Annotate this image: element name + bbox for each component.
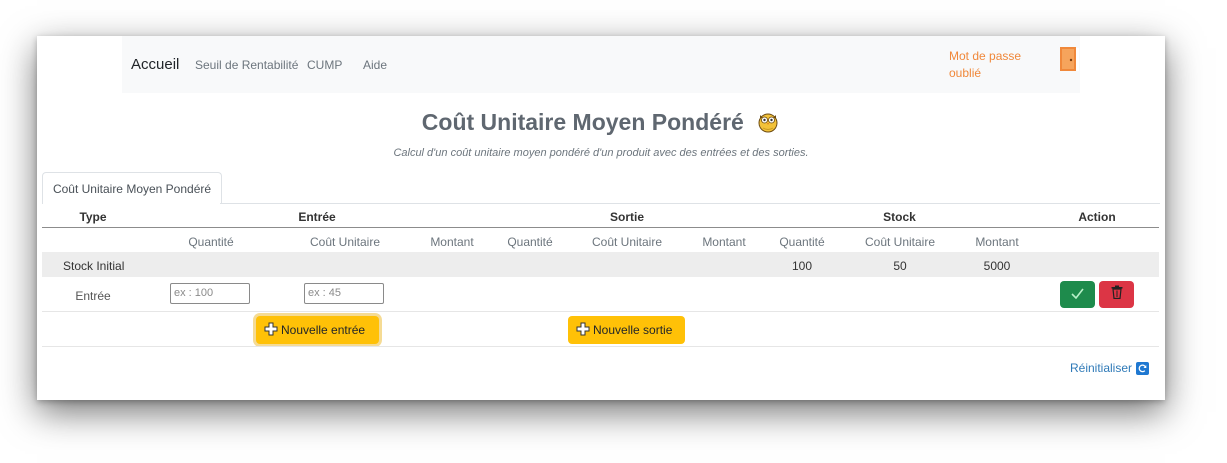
header-stock: Stock — [883, 210, 916, 224]
subheader-sortie-quantite: Quantité — [507, 235, 553, 249]
plus-icon — [264, 322, 278, 339]
tab-cump[interactable]: Coût Unitaire Moyen Pondéré — [42, 172, 222, 204]
row-divider — [42, 311, 1159, 312]
subheader-entree-cout: Coût Unitaire — [309, 235, 381, 249]
reinitialiser-link[interactable]: Réinitialiser — [1070, 361, 1150, 375]
cell-stock-cout: 50 — [893, 259, 907, 273]
plus-icon — [576, 322, 590, 339]
reinitialiser-label: Réinitialiser — [1070, 361, 1133, 375]
footer-divider — [42, 346, 1159, 347]
refresh-icon — [1136, 361, 1150, 375]
cell-stock-quantite: 100 — [791, 259, 813, 273]
nav-brand-accueil[interactable]: Accueil — [131, 56, 179, 73]
trash-icon — [1111, 285, 1123, 304]
validate-button[interactable] — [1060, 281, 1095, 308]
cell-stock-montant: 5000 — [983, 259, 1011, 273]
nouvelle-sortie-button[interactable]: Nouvelle sortie — [568, 316, 685, 344]
main-card: Accueil Seuil de Rentabilité CUMP Aide M… — [37, 36, 1165, 400]
header-entree: Entrée — [298, 210, 336, 224]
nouvelle-entree-label: Nouvelle entrée — [281, 323, 366, 337]
tab-cump-label: Coût Unitaire Moyen Pondéré — [52, 181, 212, 196]
subheader-stock-quantite: Quantité — [779, 235, 825, 249]
check-icon — [1071, 286, 1084, 304]
nouvelle-sortie-label: Nouvelle sortie — [593, 323, 673, 337]
subheader-entree-montant: Montant — [430, 235, 474, 249]
nav-link-seuil[interactable]: Seuil de Rentabilité — [195, 58, 298, 72]
navbar: Accueil Seuil de Rentabilité CUMP Aide M… — [122, 36, 1080, 93]
entree-cout-input[interactable]: ex : 45 — [304, 283, 384, 304]
header-sortie: Sortie — [609, 210, 644, 224]
subheader-sortie-cout: Coût Unitaire — [591, 235, 663, 249]
page-title: Coût Unitaire Moyen Pondéré — [37, 109, 1165, 139]
subheader-stock-cout: Coût Unitaire — [864, 235, 936, 249]
header-type: Type — [79, 210, 107, 224]
forgot-password-link[interactable]: Mot de passe oublié — [949, 48, 1049, 82]
subheader-entree-quantite: Quantité — [188, 235, 234, 249]
nav-link-cump[interactable]: CUMP — [307, 58, 342, 72]
delete-button[interactable] — [1099, 281, 1134, 308]
cell-type-entree: Entrée — [75, 289, 111, 303]
header-action: Action — [1078, 210, 1116, 224]
door-exit-icon[interactable] — [1058, 46, 1080, 72]
subheader-stock-montant: Montant — [975, 235, 1019, 249]
owl-icon — [756, 109, 780, 139]
page-subtitle: Calcul d'un coût unitaire moyen pondéré … — [393, 147, 809, 159]
tab-divider — [220, 203, 1160, 204]
entree-quantite-input[interactable]: ex : 100 — [170, 283, 250, 304]
header-divider — [42, 227, 1159, 228]
subheader-sortie-montant: Montant — [702, 235, 746, 249]
cell-type-stock-initial: Stock Initial — [63, 259, 125, 273]
page-title-text: Coût Unitaire Moyen Pondéré — [421, 109, 744, 135]
nav-link-aide[interactable]: Aide — [363, 58, 387, 72]
nouvelle-entree-button[interactable]: Nouvelle entrée — [256, 316, 379, 344]
